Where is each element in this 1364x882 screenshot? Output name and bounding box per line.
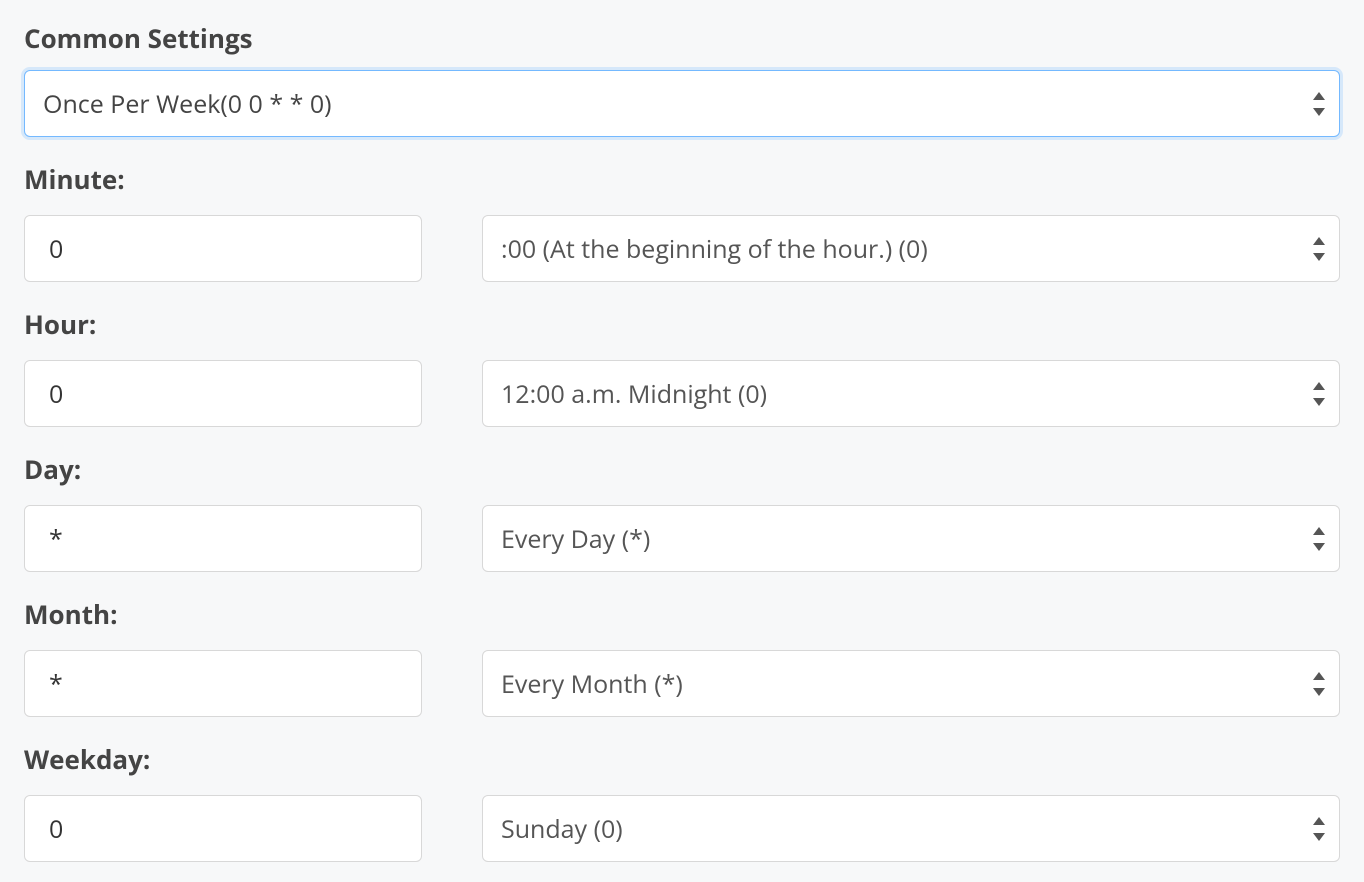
cron-settings-form: Common Settings Once Per Week(0 0 * * 0)… <box>0 0 1364 882</box>
minute-select[interactable]: :00 (At the beginning of the hour.) (0) <box>482 215 1340 282</box>
weekday-label: Weekday: <box>24 741 1340 777</box>
minute-input[interactable] <box>24 215 422 282</box>
weekday-select[interactable]: Sunday (0) <box>482 795 1340 862</box>
day-input[interactable] <box>24 505 422 572</box>
day-label: Day: <box>24 451 1340 487</box>
weekday-input[interactable] <box>24 795 422 862</box>
hour-label: Hour: <box>24 306 1340 342</box>
month-select[interactable]: Every Month (*) <box>482 650 1340 717</box>
day-row: Every Day (*) <box>24 505 1340 572</box>
minute-row: :00 (At the beginning of the hour.) (0) <box>24 215 1340 282</box>
weekday-row: Sunday (0) <box>24 795 1340 862</box>
common-settings-select[interactable]: Once Per Week(0 0 * * 0) <box>24 70 1340 137</box>
day-select[interactable]: Every Day (*) <box>482 505 1340 572</box>
common-settings-select-wrap: Once Per Week(0 0 * * 0) <box>24 70 1340 137</box>
weekday-select-wrap: Sunday (0) <box>482 795 1340 862</box>
month-input[interactable] <box>24 650 422 717</box>
month-select-wrap: Every Month (*) <box>482 650 1340 717</box>
hour-select-wrap: 12:00 a.m. Midnight (0) <box>482 360 1340 427</box>
month-row: Every Month (*) <box>24 650 1340 717</box>
minute-select-wrap: :00 (At the beginning of the hour.) (0) <box>482 215 1340 282</box>
common-settings-label: Common Settings <box>24 20 1340 56</box>
hour-select[interactable]: 12:00 a.m. Midnight (0) <box>482 360 1340 427</box>
hour-input[interactable] <box>24 360 422 427</box>
hour-row: 12:00 a.m. Midnight (0) <box>24 360 1340 427</box>
month-label: Month: <box>24 596 1340 632</box>
day-select-wrap: Every Day (*) <box>482 505 1340 572</box>
minute-label: Minute: <box>24 161 1340 197</box>
